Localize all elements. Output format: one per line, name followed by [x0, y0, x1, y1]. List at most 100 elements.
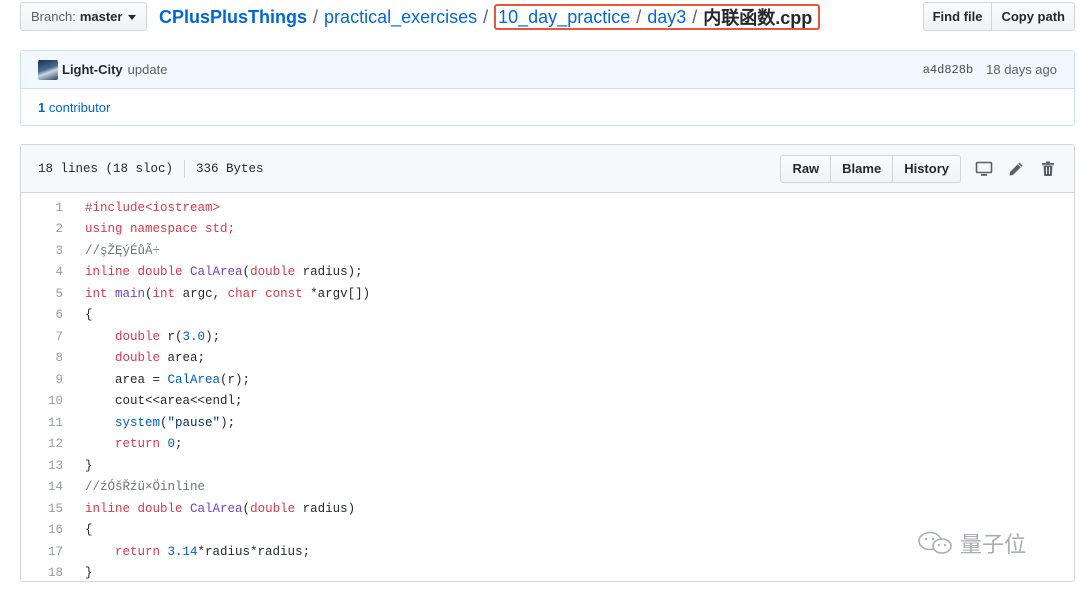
breadcrumb-separator: /: [636, 6, 642, 27]
code-line: 14 //źÓšŘźü×Öinline: [21, 477, 1074, 499]
avatar[interactable]: [38, 59, 58, 80]
code-line: 1 #include<iostream>: [21, 197, 1074, 219]
breadcrumb: CPlusPlusThings / practical_exercises / …: [159, 4, 821, 30]
breadcrumb-repo-link[interactable]: CPlusPlusThings: [159, 7, 307, 28]
line-number[interactable]: 10: [21, 394, 63, 408]
line-number[interactable]: 11: [21, 416, 63, 430]
file-info-divider: [184, 159, 186, 178]
code-line: 12 return 0;: [21, 434, 1074, 456]
code-line: 6 {: [21, 305, 1074, 327]
breadcrumb-dir-10-day-practice[interactable]: 10_day_practice: [498, 7, 630, 28]
line-content: }: [85, 458, 93, 473]
line-content: cout<<area<<endl;: [115, 394, 243, 409]
file-line-count: 18 lines (18 sloc): [38, 161, 174, 176]
line-number[interactable]: 6: [21, 308, 63, 322]
line-number[interactable]: 16: [21, 523, 63, 537]
line-content: inline double CalArea(double radius);: [85, 265, 363, 280]
commit-sha-link[interactable]: a4d828b: [923, 63, 973, 77]
line-number[interactable]: 4: [21, 265, 63, 279]
file-nav-button-group: Find file Copy path: [922, 2, 1075, 31]
line-content: //şŽĘýÉůÃ÷: [85, 243, 161, 258]
line-number[interactable]: 7: [21, 330, 63, 344]
line-number[interactable]: 3: [21, 244, 63, 258]
file-header: 18 lines (18 sloc) 336 Bytes Raw Blame H…: [21, 145, 1074, 193]
commit-tease: Light-City update a4d828b 18 days ago 1 …: [20, 50, 1075, 126]
line-number[interactable]: 9: [21, 373, 63, 387]
last-commit-row: Light-City update a4d828b 18 days ago: [21, 51, 1074, 89]
line-content: system("pause");: [115, 415, 236, 430]
highlight-annotation-box: 10_day_practice / day3 / 内联函数.cpp: [494, 4, 821, 30]
contributors-link[interactable]: 1 contributor: [38, 100, 110, 115]
line-number[interactable]: 1: [21, 201, 63, 215]
line-number[interactable]: 14: [21, 480, 63, 494]
line-number[interactable]: 2: [21, 222, 63, 236]
line-content: return 0;: [115, 437, 183, 452]
commit-meta: a4d828b 18 days ago: [923, 62, 1057, 77]
line-number[interactable]: 12: [21, 437, 63, 451]
line-content: return 3.14*radius*radius;: [115, 544, 311, 559]
file-size: 336 Bytes: [196, 161, 264, 176]
copy-path-button[interactable]: Copy path: [992, 2, 1075, 31]
line-number[interactable]: 15: [21, 502, 63, 516]
code-line: 3 //şŽĘýÉůÃ÷: [21, 240, 1074, 262]
commit-date: 18 days ago: [986, 62, 1057, 77]
watermark: 量子位: [916, 527, 1026, 559]
line-content: {: [85, 523, 93, 538]
branch-label: Branch:: [31, 9, 76, 24]
contributors-row: 1 contributor: [21, 89, 1074, 125]
history-button[interactable]: History: [893, 154, 961, 183]
breadcrumb-separator: /: [483, 6, 489, 27]
file-navigation: Branch: master CPlusPlusThings / practic…: [20, 2, 1075, 32]
line-content: #include<iostream>: [85, 200, 221, 215]
code-line: 5 int main(int argc, char const *argv[]): [21, 283, 1074, 305]
code-blob: 1 #include<iostream> 2 using namespace s…: [21, 193, 1074, 582]
line-number[interactable]: 17: [21, 545, 63, 559]
code-line: 4 inline double CalArea(double radius);: [21, 262, 1074, 284]
branch-select-button[interactable]: Branch: master: [20, 2, 148, 31]
branch-name: master: [79, 9, 123, 24]
find-file-button[interactable]: Find file: [922, 2, 993, 31]
file-viewer: 18 lines (18 sloc) 336 Bytes Raw Blame H…: [20, 144, 1075, 582]
desktop-icon[interactable]: [975, 160, 993, 178]
code-line: 15 inline double CalArea(double radius): [21, 498, 1074, 520]
line-content: area = CalArea(r);: [115, 372, 251, 387]
file-info: 18 lines (18 sloc) 336 Bytes: [38, 159, 264, 178]
pencil-icon[interactable]: [1007, 160, 1025, 178]
line-content: inline double CalArea(double radius): [85, 501, 356, 516]
breadcrumb-separator: /: [313, 6, 319, 27]
commit-author-link[interactable]: Light-City: [62, 62, 123, 77]
wechat-icon: [916, 530, 956, 556]
line-number[interactable]: 8: [21, 351, 63, 365]
line-content: double area;: [115, 351, 206, 366]
line-content: //źÓšŘźü×Öinline: [85, 480, 206, 495]
caret-down-icon: [128, 15, 137, 20]
code-line: 13 }: [21, 455, 1074, 477]
line-content: int main(int argc, char const *argv[]): [85, 286, 371, 301]
line-number[interactable]: 13: [21, 459, 63, 473]
breadcrumb-dir-day3[interactable]: day3: [647, 7, 686, 28]
commit-message-link[interactable]: update: [128, 62, 168, 77]
code-line: 11 system("pause");: [21, 412, 1074, 434]
line-content: using namespace std;: [85, 222, 236, 237]
raw-button[interactable]: Raw: [780, 154, 832, 183]
code-line: 8 double area;: [21, 348, 1074, 370]
line-number[interactable]: 18: [21, 566, 63, 580]
line-content: {: [85, 308, 93, 323]
breadcrumb-file-name: 内联函数.cpp: [703, 8, 813, 28]
code-line: 10 cout<<area<<endl;: [21, 391, 1074, 413]
blame-button[interactable]: Blame: [831, 154, 894, 183]
code-line: 18 }: [21, 563, 1074, 582]
trash-icon[interactable]: [1039, 160, 1057, 178]
code-line: 2 using namespace std;: [21, 219, 1074, 241]
watermark-text: 量子位: [960, 533, 1027, 558]
line-number[interactable]: 5: [21, 287, 63, 301]
contributor-label: contributor: [48, 99, 111, 115]
breadcrumb-dir-practical-exercises[interactable]: practical_exercises: [324, 7, 477, 28]
contributor-count: 1: [38, 99, 46, 115]
code-line: 7 double r(3.0);: [21, 326, 1074, 348]
line-content: double r(3.0);: [115, 329, 221, 344]
code-line: 9 area = CalArea(r);: [21, 369, 1074, 391]
file-actions: Raw Blame History: [780, 154, 1057, 183]
line-content: }: [85, 566, 93, 581]
breadcrumb-separator: /: [692, 6, 698, 27]
